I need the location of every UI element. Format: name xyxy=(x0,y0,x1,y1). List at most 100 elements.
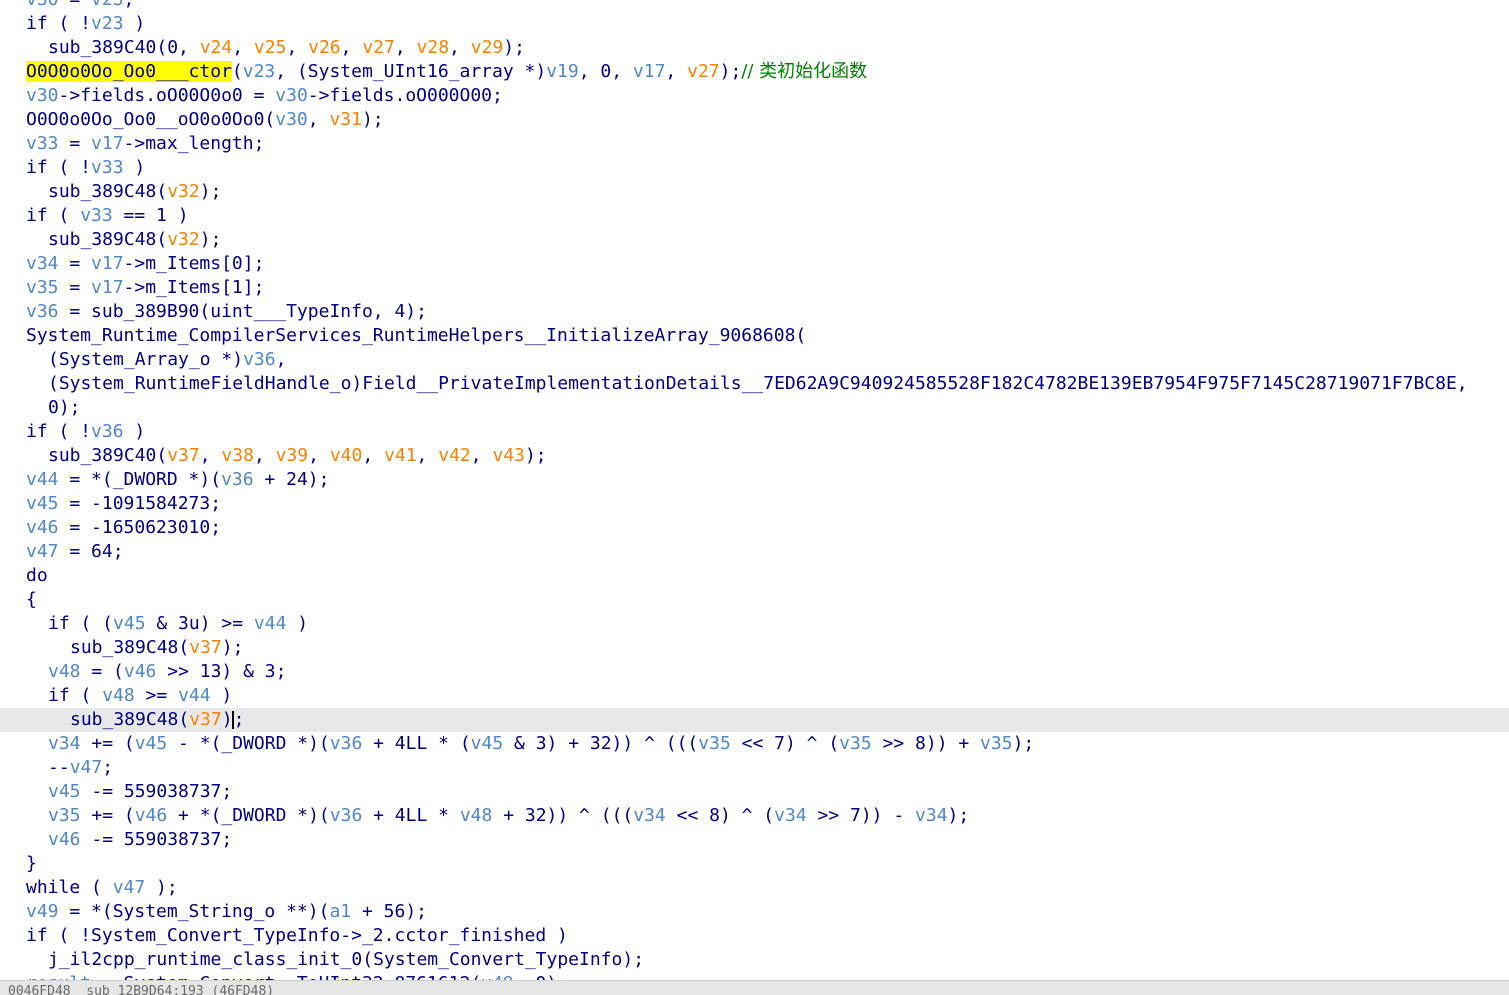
code-line[interactable]: 0); xyxy=(0,396,1509,420)
variable-token[interactable]: v34 xyxy=(774,805,807,826)
variable-token[interactable]: v17 xyxy=(91,277,124,298)
code-line[interactable]: v35 = v17->m_Items[1]; xyxy=(0,276,1509,300)
variable-token[interactable]: v45 xyxy=(135,733,168,754)
argument-token[interactable]: v41 xyxy=(384,445,417,466)
argument-token[interactable]: v32 xyxy=(167,181,200,202)
variable-token[interactable]: v36 xyxy=(330,733,363,754)
code-line[interactable]: } xyxy=(0,852,1509,876)
variable-token[interactable]: v30 xyxy=(275,109,308,130)
argument-token[interactable]: v29 xyxy=(471,37,504,58)
variable-token[interactable]: v17 xyxy=(91,133,124,154)
code-line[interactable]: if ( v33 == 1 ) xyxy=(0,204,1509,228)
argument-token[interactable]: v37 xyxy=(189,637,222,658)
code-line[interactable]: v45 = -1091584273; xyxy=(0,492,1509,516)
code-line[interactable]: (System_RuntimeFieldHandle_o)Field__Priv… xyxy=(0,372,1509,396)
variable-token[interactable]: v47 xyxy=(113,877,146,898)
variable-token[interactable]: v47 xyxy=(26,541,59,562)
variable-token[interactable]: v47 xyxy=(70,757,103,778)
variable-token[interactable]: v45 xyxy=(48,781,81,802)
code-line[interactable]: if ( v48 >= v44 ) xyxy=(0,684,1509,708)
code-line[interactable]: sub_389C40(v37, v38, v39, v40, v41, v42,… xyxy=(0,444,1509,468)
code-line[interactable]: if ( !System_Convert_TypeInfo->_2.cctor_… xyxy=(0,924,1509,948)
argument-token[interactable]: v26 xyxy=(308,37,341,58)
code-line[interactable]: v44 = *(_DWORD *)(v36 + 24); xyxy=(0,468,1509,492)
argument-token[interactable]: v32 xyxy=(167,229,200,250)
code-line[interactable]: v35 += (v46 + *(_DWORD *)(v36 + 4LL * v4… xyxy=(0,804,1509,828)
variable-token[interactable]: v34 xyxy=(915,805,948,826)
pseudocode-view[interactable]: v30 = v23;if ( !v23 )sub_389C40(0, v24, … xyxy=(0,0,1509,995)
code-line[interactable]: v36 = sub_389B90(uint___TypeInfo, 4); xyxy=(0,300,1509,324)
code-line[interactable]: v30->fields.oO00O0o0 = v30->fields.oO000… xyxy=(0,84,1509,108)
variable-token[interactable]: v19 xyxy=(546,61,579,82)
code-line[interactable]: v48 = (v46 >> 13) & 3; xyxy=(0,660,1509,684)
variable-token[interactable]: v23 xyxy=(243,61,276,82)
code-line[interactable]: v30 = v23; xyxy=(0,0,1509,12)
variable-token[interactable]: v44 xyxy=(254,613,287,634)
variable-token[interactable]: v48 xyxy=(460,805,493,826)
code-line[interactable]: v34 = v17->m_Items[0]; xyxy=(0,252,1509,276)
variable-token[interactable]: v35 xyxy=(26,277,59,298)
code-line[interactable]: O0O0o0Oo_Oo0__oO0o0Oo0(v30, v31); xyxy=(0,108,1509,132)
variable-token[interactable]: v36 xyxy=(330,805,363,826)
variable-token[interactable]: v33 xyxy=(91,157,124,178)
code-line[interactable]: if ( (v45 & 3u) >= v44 ) xyxy=(0,612,1509,636)
code-line[interactable]: v46 = -1650623010; xyxy=(0,516,1509,540)
code-line-current[interactable]: sub_389C48(v37); xyxy=(0,708,1509,732)
variable-token[interactable]: v34 xyxy=(48,733,81,754)
variable-token[interactable]: v46 xyxy=(48,829,81,850)
argument-token[interactable]: v27 xyxy=(687,61,720,82)
argument-token[interactable]: v40 xyxy=(330,445,363,466)
code-line[interactable]: if ( !v23 ) xyxy=(0,12,1509,36)
code-line[interactable]: sub_389C48(v32); xyxy=(0,228,1509,252)
variable-token[interactable]: v48 xyxy=(48,661,81,682)
code-line[interactable]: (System_Array_o *)v36, xyxy=(0,348,1509,372)
argument-token[interactable]: v25 xyxy=(254,37,287,58)
variable-token[interactable]: v46 xyxy=(124,661,157,682)
variable-token[interactable]: v35 xyxy=(48,805,81,826)
variable-token[interactable]: v17 xyxy=(91,253,124,274)
variable-token[interactable]: v44 xyxy=(26,469,59,490)
variable-token[interactable]: v36 xyxy=(243,349,276,370)
variable-token[interactable]: v34 xyxy=(26,253,59,274)
code-line[interactable]: do xyxy=(0,564,1509,588)
code-line[interactable]: sub_389C40(0, v24, v25, v26, v27, v28, v… xyxy=(0,36,1509,60)
code-line[interactable]: v33 = v17->max_length; xyxy=(0,132,1509,156)
variable-token[interactable]: v45 xyxy=(113,613,146,634)
variable-token[interactable]: v48 xyxy=(102,685,135,706)
variable-token[interactable]: v45 xyxy=(26,493,59,514)
code-line[interactable]: O0O0o0Oo_Oo0___ctor(v23, (System_UInt16_… xyxy=(0,60,1509,84)
code-line[interactable]: sub_389C48(v37); xyxy=(0,636,1509,660)
variable-token[interactable]: v35 xyxy=(839,733,872,754)
argument-token[interactable]: v37 xyxy=(167,445,200,466)
variable-token[interactable]: v36 xyxy=(221,469,254,490)
variable-token[interactable]: v36 xyxy=(91,421,124,442)
argument-token[interactable]: v38 xyxy=(221,445,254,466)
code-line[interactable]: v45 -= 559038737; xyxy=(0,780,1509,804)
variable-token[interactable]: v30 xyxy=(26,0,59,10)
argument-token[interactable]: v39 xyxy=(276,445,309,466)
variable-token[interactable]: v44 xyxy=(178,685,211,706)
code-line[interactable]: v47 = 64; xyxy=(0,540,1509,564)
code-line[interactable]: sub_389C48(v32); xyxy=(0,180,1509,204)
variable-token[interactable]: v33 xyxy=(26,133,59,154)
argument-token[interactable]: v27 xyxy=(362,37,395,58)
variable-token[interactable]: a1 xyxy=(329,901,351,922)
variable-token[interactable]: v23 xyxy=(91,0,124,10)
code-line[interactable]: if ( !v36 ) xyxy=(0,420,1509,444)
highlighted-identifier[interactable]: O0O0o0Oo_Oo0___ctor xyxy=(26,61,232,82)
variable-token[interactable]: v33 xyxy=(80,205,113,226)
argument-token[interactable]: v31 xyxy=(329,109,362,130)
argument-token[interactable]: v37 xyxy=(189,709,222,730)
variable-token[interactable]: v30 xyxy=(275,85,308,106)
variable-token[interactable]: v23 xyxy=(91,13,124,34)
code-line[interactable]: { xyxy=(0,588,1509,612)
code-line[interactable]: --v47; xyxy=(0,756,1509,780)
code-line[interactable]: v49 = *(System_String_o **)(a1 + 56); xyxy=(0,900,1509,924)
code-line[interactable]: while ( v47 ); xyxy=(0,876,1509,900)
code-lines[interactable]: v30 = v23;if ( !v23 )sub_389C40(0, v24, … xyxy=(0,0,1509,995)
variable-token[interactable]: v46 xyxy=(135,805,168,826)
code-line[interactable]: System_Runtime_CompilerServices_RuntimeH… xyxy=(0,324,1509,348)
variable-token[interactable]: v36 xyxy=(26,301,59,322)
variable-token[interactable]: v34 xyxy=(633,805,666,826)
variable-token[interactable]: v17 xyxy=(633,61,666,82)
